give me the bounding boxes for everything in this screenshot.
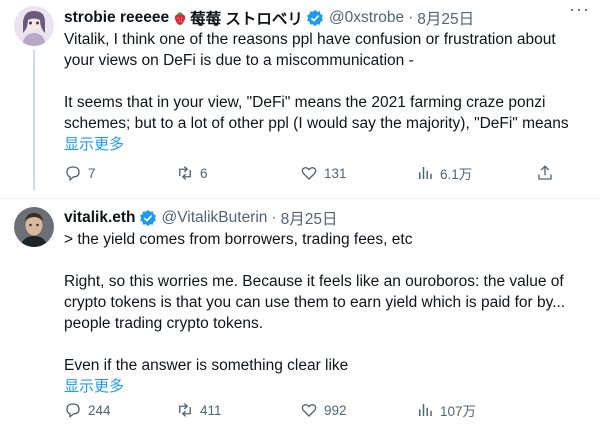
separator-dot: · xyxy=(271,209,277,226)
views-button[interactable]: 6.1万 xyxy=(416,163,472,183)
more-options-icon[interactable]: ··· xyxy=(569,0,590,18)
verified-badge-icon xyxy=(307,9,323,27)
tweet-actions: 244 411 992 107万 xyxy=(64,399,588,421)
avatar-strobie[interactable] xyxy=(14,6,54,46)
thread-connector-line xyxy=(33,50,35,190)
reply-icon xyxy=(66,166,80,182)
heart-icon xyxy=(301,403,317,417)
verified-badge-icon xyxy=(139,209,156,227)
reply-count: 244 xyxy=(88,402,111,418)
show-more-link[interactable]: 显示更多 xyxy=(64,134,588,155)
avatar-vitalik[interactable] xyxy=(14,207,54,247)
tweet-date[interactable]: 8月25日 xyxy=(281,207,338,229)
retweet-button[interactable]: 6 xyxy=(176,164,208,182)
reply-button[interactable]: 244 xyxy=(64,401,111,419)
author-name[interactable]: vitalik.eth xyxy=(64,209,136,227)
tweet-text-line: schemes; but to a lot of other ppl (I wo… xyxy=(64,115,569,132)
tweet-text-line: It seems that in your view, "DeFi" means… xyxy=(64,94,546,111)
retweet-button[interactable]: 411 xyxy=(176,401,222,419)
tweet-text: > the yield comes from borrowers, tradin… xyxy=(64,229,588,376)
reply-count: 7 xyxy=(88,165,96,181)
separator-dot: · xyxy=(408,9,414,26)
tweet-actions: 7 6 131 6.1万 xyxy=(64,162,588,184)
tweet-text-line: Even if the answer is something clear li… xyxy=(64,357,349,374)
retweet-icon xyxy=(179,403,191,417)
retweet-count: 411 xyxy=(200,402,222,418)
tweet-text-line: crypto tokens is that you can use them t… xyxy=(64,294,566,311)
reply-button[interactable]: 7 xyxy=(64,164,96,182)
tweet-content: strobie reeeee 莓莓 ストロベリ @0xstrobe · 8月25… xyxy=(64,7,588,155)
views-chart-icon xyxy=(419,404,432,416)
like-count: 131 xyxy=(324,165,347,181)
like-button[interactable]: 131 xyxy=(300,164,347,182)
strawberry-icon xyxy=(174,11,186,25)
like-button[interactable]: 992 xyxy=(300,401,347,419)
reply-icon xyxy=(66,403,80,419)
tweet-text-line: Right, so this worries me. Because it fe… xyxy=(64,273,564,290)
tweet-date[interactable]: 8月25日 xyxy=(417,7,474,29)
tweet-header: vitalik.eth @VitalikButerin · 8月25日 xyxy=(64,207,588,229)
views-count: 6.1万 xyxy=(440,167,473,182)
views-button[interactable]: 107万 xyxy=(416,400,476,420)
tweet-text: Vitalik, I think one of the reasons ppl … xyxy=(64,29,588,134)
show-more-link[interactable]: 显示更多 xyxy=(64,376,588,397)
share-button[interactable] xyxy=(536,164,554,182)
share-icon xyxy=(538,165,552,180)
tweet-strobie[interactable]: strobie reeeee 莓莓 ストロベリ @0xstrobe · 8月25… xyxy=(0,0,600,198)
retweet-icon xyxy=(179,166,191,180)
heart-icon xyxy=(301,166,317,180)
like-count: 992 xyxy=(324,402,347,418)
tweet-thread: strobie reeeee 莓莓 ストロベリ @0xstrobe · 8月25… xyxy=(0,0,600,425)
tweet-header: strobie reeeee 莓莓 ストロベリ @0xstrobe · 8月25… xyxy=(64,7,588,29)
views-chart-icon xyxy=(419,167,432,179)
author-name-suffix[interactable]: 莓莓 ストロベリ xyxy=(190,7,303,29)
tweet-content: vitalik.eth @VitalikButerin · 8月25日 > th… xyxy=(64,207,588,397)
views-count: 107万 xyxy=(440,404,477,419)
tweet-text-line: people trading crypto tokens. xyxy=(64,315,264,332)
retweet-count: 6 xyxy=(200,165,208,181)
tweet-vitalik[interactable]: vitalik.eth @VitalikButerin · 8月25日 > th… xyxy=(0,199,600,425)
tweet-text-line: Vitalik, I think one of the reasons ppl … xyxy=(64,31,556,48)
tweet-text-line: > the yield comes from borrowers, tradin… xyxy=(64,231,413,248)
tweet-text-line: your views on DeFi is due to a miscommun… xyxy=(64,52,414,69)
author-handle[interactable]: @0xstrobe xyxy=(329,9,404,27)
author-handle[interactable]: @VitalikButerin xyxy=(162,209,268,227)
author-name[interactable]: strobie reeeee xyxy=(64,9,169,27)
